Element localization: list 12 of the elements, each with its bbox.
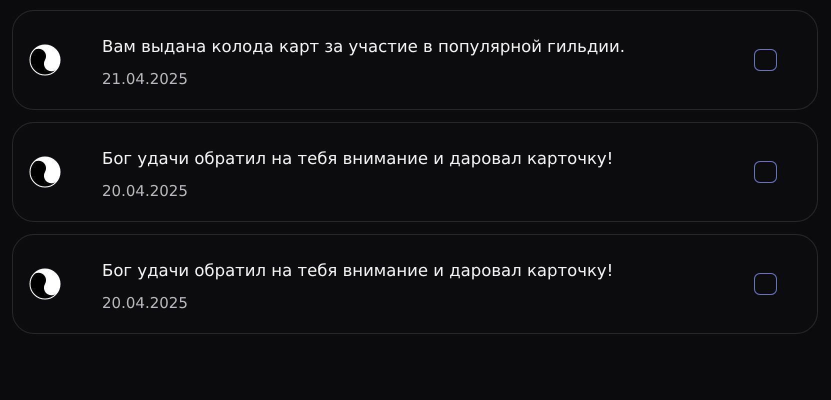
checkbox[interactable]: [754, 161, 777, 183]
checkbox[interactable]: [754, 49, 777, 71]
notification-date: 21.04.2025: [102, 70, 189, 88]
notification-message: Вам выдана колода карт за участие в популярной гильдии.: [102, 36, 626, 58]
yin-yang-icon: [29, 156, 61, 188]
notification-message: Бог удачи обратил на тебя внимание и даровал карточку!: [102, 260, 614, 282]
notification-date: 20.04.2025: [102, 182, 189, 200]
notification-message: Бог удачи обратил на тебя внимание и даровал карточку!: [102, 148, 614, 170]
checkbox[interactable]: [754, 273, 777, 295]
yin-yang-icon: [29, 268, 61, 300]
notification-date: 20.04.2025: [102, 294, 189, 312]
yin-yang-icon: [29, 44, 61, 76]
